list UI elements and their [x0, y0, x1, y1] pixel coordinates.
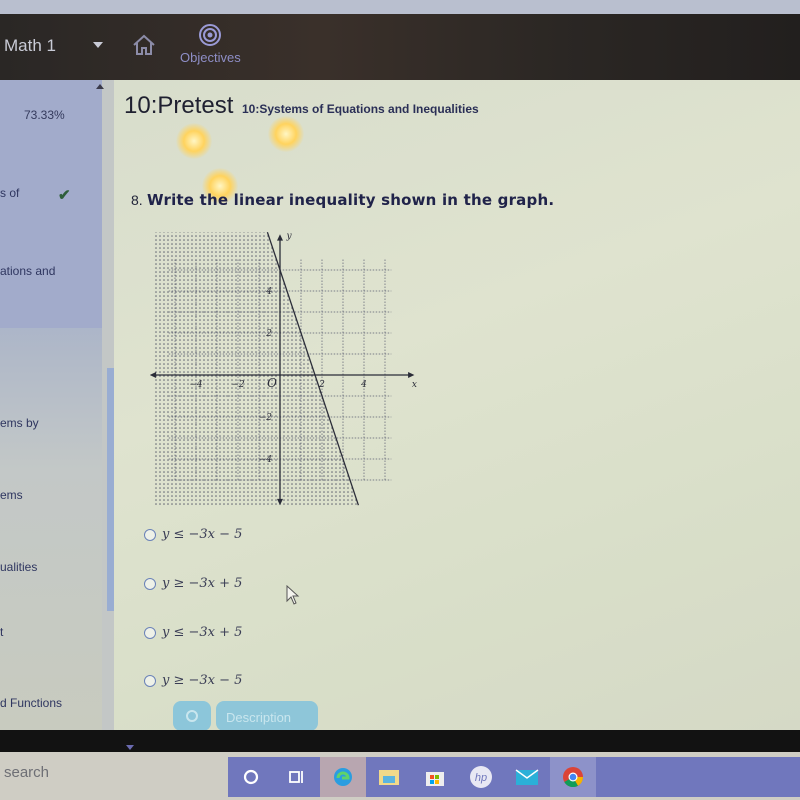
answer-option[interactable]: y ≥ −3x + 5 — [144, 576, 242, 591]
course-dropdown-caret-icon[interactable] — [93, 42, 103, 48]
radio-button[interactable] — [144, 528, 156, 541]
y-axis-label: y — [285, 232, 292, 242]
x-tick-label: 2 — [318, 380, 325, 390]
progress-percent: 73.33% — [24, 108, 65, 122]
inequality-graph: −4 −2 2 4 4 2 −2 −4 x y O — [150, 232, 417, 506]
scroll-down-arrow-icon[interactable] — [126, 745, 134, 750]
top-navbar: Math 1 Objectives — [0, 14, 800, 80]
taskbar-search[interactable]: search — [4, 764, 49, 781]
answer-option[interactable]: y ≤ −3x − 5 — [144, 527, 242, 542]
option-label: y ≥ −3x + 5 — [162, 576, 243, 591]
option-label: y ≥ −3x − 5 — [162, 673, 243, 688]
x-tick-label: −4 — [189, 380, 203, 390]
answer-option[interactable]: y ≤ −3x + 5 — [144, 625, 242, 640]
cortana-icon[interactable] — [228, 757, 274, 797]
screen-glare — [268, 116, 304, 152]
svg-text:hp: hp — [475, 772, 487, 784]
radio-button[interactable] — [144, 626, 156, 639]
description-button[interactable]: Description — [216, 701, 318, 731]
mail-icon[interactable] — [504, 757, 550, 797]
y-tick-label: −2 — [259, 413, 273, 423]
task-view-icon[interactable] — [274, 757, 320, 797]
y-tick-label: 2 — [265, 329, 272, 339]
option-label: y ≤ −3x − 5 — [162, 527, 243, 542]
file-explorer-icon[interactable] — [366, 757, 412, 797]
mouse-cursor-icon — [286, 585, 300, 605]
lesson-sidebar: 73.33% s of ✔ ations and ems by ems uali… — [0, 80, 102, 730]
sidebar-item[interactable]: ualities — [0, 560, 37, 574]
hp-icon[interactable]: hp — [458, 757, 504, 797]
x-axis-arrow-icon — [408, 372, 415, 378]
y-tick-label: −4 — [259, 455, 273, 465]
shaded-region — [154, 232, 359, 506]
radio-button[interactable] — [144, 577, 156, 590]
edge-icon[interactable] — [320, 757, 366, 797]
sidebar-item[interactable]: t — [0, 625, 3, 639]
sidebar-item[interactable]: ations and — [0, 264, 55, 278]
checkmark-icon: ✔ — [58, 187, 71, 204]
objectives-link[interactable]: Objectives — [180, 50, 241, 65]
sidebar-item[interactable]: ems — [0, 488, 23, 502]
question-text: Write the linear inequality shown in the… — [147, 191, 555, 209]
taskbar: hp — [228, 757, 800, 797]
chrome-icon[interactable] — [550, 757, 596, 797]
answer-option[interactable]: y ≥ −3x − 5 — [144, 673, 242, 688]
clock-icon — [186, 710, 198, 722]
x-tick-label: −2 — [231, 380, 245, 390]
timer-button[interactable] — [173, 701, 211, 731]
scroll-up-arrow-icon[interactable] — [96, 84, 104, 89]
x-axis-label: x — [412, 380, 417, 390]
option-label: y ≤ −3x + 5 — [162, 625, 243, 640]
store-icon[interactable] — [412, 757, 458, 797]
question-number: 8. — [131, 192, 143, 208]
sidebar-item[interactable]: ems by — [0, 416, 39, 430]
page-title: 10:Pretest — [124, 92, 234, 119]
top-band — [0, 0, 800, 14]
origin-label: O — [267, 376, 277, 390]
y-tick-label: 4 — [265, 287, 272, 297]
x-axis-arrow-icon — [150, 372, 157, 378]
monitor-bezel — [0, 730, 800, 752]
x-tick-label: 4 — [360, 380, 367, 390]
radio-button[interactable] — [144, 674, 156, 687]
y-axis-arrow-icon — [277, 234, 283, 241]
question-panel: 10:Pretest 10:Systems of Equations and I… — [114, 80, 800, 731]
target-icon[interactable] — [198, 23, 222, 47]
home-icon[interactable] — [132, 34, 156, 56]
course-selector[interactable]: Math 1 — [4, 36, 56, 56]
sidebar-item[interactable]: s of — [0, 186, 19, 200]
sidebar-item[interactable]: d Functions — [0, 696, 62, 710]
page-subtitle: 10:Systems of Equations and Inequalities — [242, 102, 479, 116]
screen-glare — [176, 123, 212, 159]
